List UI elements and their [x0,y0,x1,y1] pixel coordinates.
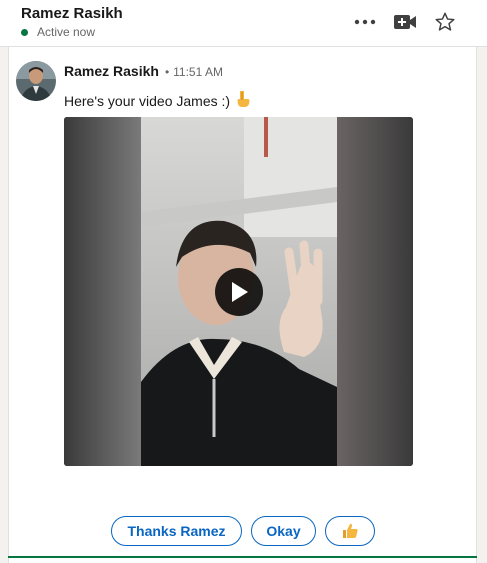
left-frame [0,0,8,563]
quick-reply-thanks-ramez[interactable]: Thanks Ramez [111,516,242,546]
video-call-icon[interactable] [393,10,417,34]
presence-status: Active now [21,25,95,39]
more-options-icon[interactable] [353,10,377,34]
pointing-down-emoji-icon [236,90,250,111]
online-dot-icon [21,28,28,36]
status-text: Active now [37,25,96,39]
play-button[interactable] [215,268,263,316]
star-icon[interactable] [433,10,457,34]
play-icon [232,282,248,302]
message-time: 11:51 AM [173,65,223,79]
meta-separator: • [164,65,170,79]
quick-reply-thumbs-up[interactable] [325,516,375,546]
message-body: Here's your video James :) [64,90,250,111]
thumbs-up-icon [343,523,358,538]
sender-name[interactable]: Ramez Rasikh [64,63,159,79]
message-text: Here's your video James :) [64,92,231,109]
sender-avatar[interactable] [16,61,56,101]
quick-reply-okay[interactable]: Okay [251,516,316,546]
conversation-header: Ramez Rasikh Active now [0,0,487,47]
video-attachment[interactable] [64,117,413,466]
quick-replies: Thanks Ramez Okay [111,516,375,546]
right-frame [477,0,487,563]
left-divider [8,46,9,563]
message-meta: Ramez Rasikh • 11:51 AM [64,63,223,79]
contact-name[interactable]: Ramez Rasikh [21,5,123,22]
right-divider [476,46,477,563]
composer-focus-line [8,556,477,558]
